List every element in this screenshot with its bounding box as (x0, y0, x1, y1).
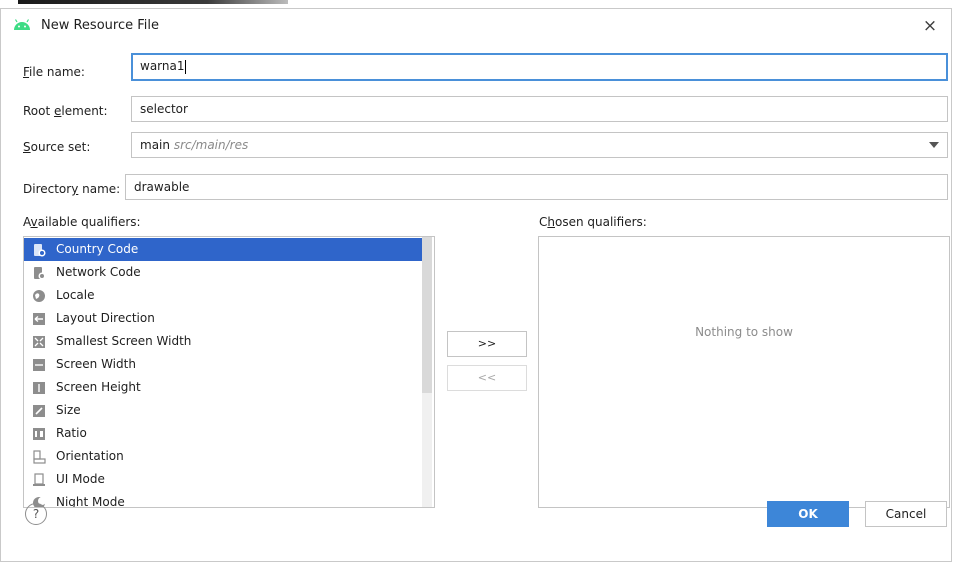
source-set-label-text: ource set: (30, 140, 91, 154)
list-item-label: Screen Width (56, 357, 136, 371)
list-item-label: Layout Direction (56, 311, 155, 325)
root-element-input[interactable]: selector (131, 96, 948, 122)
list-item-label: Night Mode (56, 495, 125, 508)
list-item-label: Screen Height (56, 380, 141, 394)
layout-direction-icon (32, 311, 46, 325)
ok-button[interactable]: OK (767, 501, 849, 527)
file-name-value: warna1 (140, 59, 185, 73)
file-name-input[interactable]: warna1 (131, 53, 948, 81)
source-set-path: src/main/res (173, 138, 249, 152)
list-item-night-mode[interactable]: Night Mode (24, 491, 432, 508)
add-qualifier-button[interactable]: >> (447, 331, 527, 357)
list-item-label: Country Code (56, 242, 139, 256)
root-element-label-text: lement: (61, 104, 108, 118)
directory-name-input[interactable]: drawable (125, 174, 948, 200)
remove-qualifier-button[interactable]: << (447, 365, 527, 391)
available-qualifiers-label-pre: A (23, 215, 31, 229)
network-code-icon (32, 265, 46, 280)
list-scrollbar-thumb[interactable] (422, 237, 432, 393)
source-set-value: main (140, 138, 170, 152)
empty-state-text: Nothing to show (695, 325, 793, 339)
source-set-select[interactable]: main src/main/res (131, 132, 948, 158)
screen-width-icon (32, 357, 46, 371)
list-item-network-code[interactable]: Network Code (24, 261, 432, 284)
directory-name-label: Directory name: (23, 182, 120, 196)
available-qualifiers-mnemonic: v (30, 215, 38, 229)
dialog-title: New Resource File (41, 18, 159, 33)
directory-name-label-pre: Director (23, 182, 72, 196)
screen-height-icon (32, 380, 46, 394)
list-item-country-code[interactable]: Country Code (24, 238, 432, 261)
help-button[interactable]: ? (25, 503, 47, 525)
list-item-label: Size (56, 403, 81, 417)
list-item-label: Ratio (56, 426, 87, 440)
list-item-ratio[interactable]: Ratio (24, 422, 432, 445)
list-item-smallest-screen-width[interactable]: Smallest Screen Width (24, 330, 432, 353)
smallest-width-icon (32, 334, 46, 348)
globe-icon (32, 288, 46, 302)
list-item-label: Smallest Screen Width (56, 334, 192, 348)
text-caret (185, 59, 187, 74)
root-element-value: selector (140, 102, 188, 116)
list-item-screen-height[interactable]: Screen Height (24, 376, 432, 399)
file-name-label: File name: (23, 65, 85, 79)
chevron-down-icon (929, 142, 939, 148)
directory-name-label-text: name: (78, 182, 121, 196)
country-code-icon (32, 242, 46, 257)
size-icon (32, 403, 46, 417)
root-element-label: Root element: (23, 104, 108, 118)
chosen-qualifiers-list[interactable]: Nothing to show (538, 236, 950, 508)
android-icon (13, 19, 31, 34)
list-item-label: Locale (56, 288, 95, 302)
orientation-icon (32, 449, 46, 464)
list-item-size[interactable]: Size (24, 399, 432, 422)
available-qualifiers-label-text: ailable qualifiers: (37, 215, 141, 229)
window-top-strip-shadow (18, 0, 288, 4)
list-item-ui-mode[interactable]: UI Mode (24, 468, 432, 491)
directory-name-value: drawable (134, 180, 190, 194)
window-top-strip (0, 0, 954, 8)
chosen-qualifiers-mnemonic: h (547, 215, 555, 229)
chosen-qualifiers-label-text: osen qualifiers: (555, 215, 647, 229)
list-item-locale[interactable]: Locale (24, 284, 432, 307)
new-resource-file-dialog: New Resource File × File name: warna1 Ro… (0, 8, 952, 562)
root-element-label-pre: Root (23, 104, 55, 118)
chosen-qualifiers-label: Chosen qualifiers: (539, 215, 647, 229)
list-item-label: Network Code (56, 265, 141, 279)
file-name-label-text: ile name: (29, 65, 85, 79)
list-item-label: UI Mode (56, 472, 105, 486)
list-item-orientation[interactable]: Orientation (24, 445, 432, 468)
list-item-label: Orientation (56, 449, 124, 463)
close-button[interactable]: × (917, 13, 943, 39)
source-set-mnemonic: S (23, 140, 31, 154)
cancel-button[interactable]: Cancel (865, 501, 947, 527)
title-bar: New Resource File × (1, 9, 951, 43)
ui-mode-icon (32, 472, 46, 486)
available-qualifiers-list[interactable]: Country Code Network Code Locale Layout … (23, 236, 435, 508)
source-set-label: Source set: (23, 140, 90, 154)
list-item-screen-width[interactable]: Screen Width (24, 353, 432, 376)
list-item-layout-direction[interactable]: Layout Direction (24, 307, 432, 330)
available-qualifiers-label: Available qualifiers: (23, 215, 141, 229)
ratio-icon (32, 426, 46, 440)
